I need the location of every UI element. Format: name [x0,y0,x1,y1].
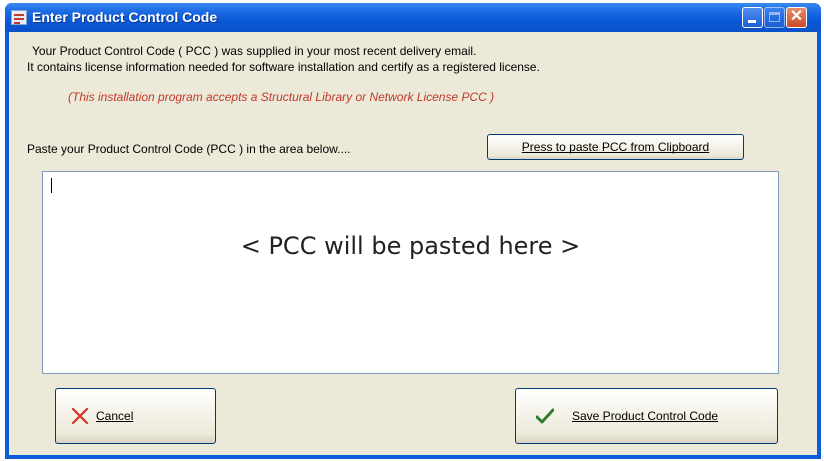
cancel-button-label: Cancel [96,409,134,423]
save-pcc-button[interactable]: Save Product Control Code [515,388,778,444]
x-icon [71,407,89,425]
checkmark-icon [536,408,554,424]
pcc-input-area[interactable]: < PCC will be pasted here > [42,171,779,374]
cancel-button[interactable]: Cancel [55,388,216,444]
title-bar[interactable]: Enter Product Control Code ✕ [5,3,821,32]
minimize-icon[interactable] [742,7,763,28]
paste-button-label: Press to paste PCC from Clipboard [521,140,710,154]
pcc-placeholder: < PCC will be pasted here > [240,232,581,260]
dialog-body: Your Product Control Code ( PCC ) was su… [9,32,817,455]
text-caret [51,178,52,193]
license-note: (This installation program accepts a Str… [68,90,495,104]
save-button-label: Save Product Control Code [572,409,719,423]
info-line-2: It contains license information needed f… [27,60,540,74]
paste-prompt: Paste your Product Control Code (PCC ) i… [27,142,351,156]
maximize-icon[interactable] [764,7,785,28]
close-icon[interactable]: ✕ [786,7,807,28]
paste-from-clipboard-button[interactable]: Press to paste PCC from Clipboard [487,134,744,160]
dialog-window: Enter Product Control Code ✕ Your Produc… [5,3,821,459]
window-title: Enter Product Control Code [32,9,218,25]
app-form-icon [11,10,27,25]
info-line-1: Your Product Control Code ( PCC ) was su… [32,44,477,58]
